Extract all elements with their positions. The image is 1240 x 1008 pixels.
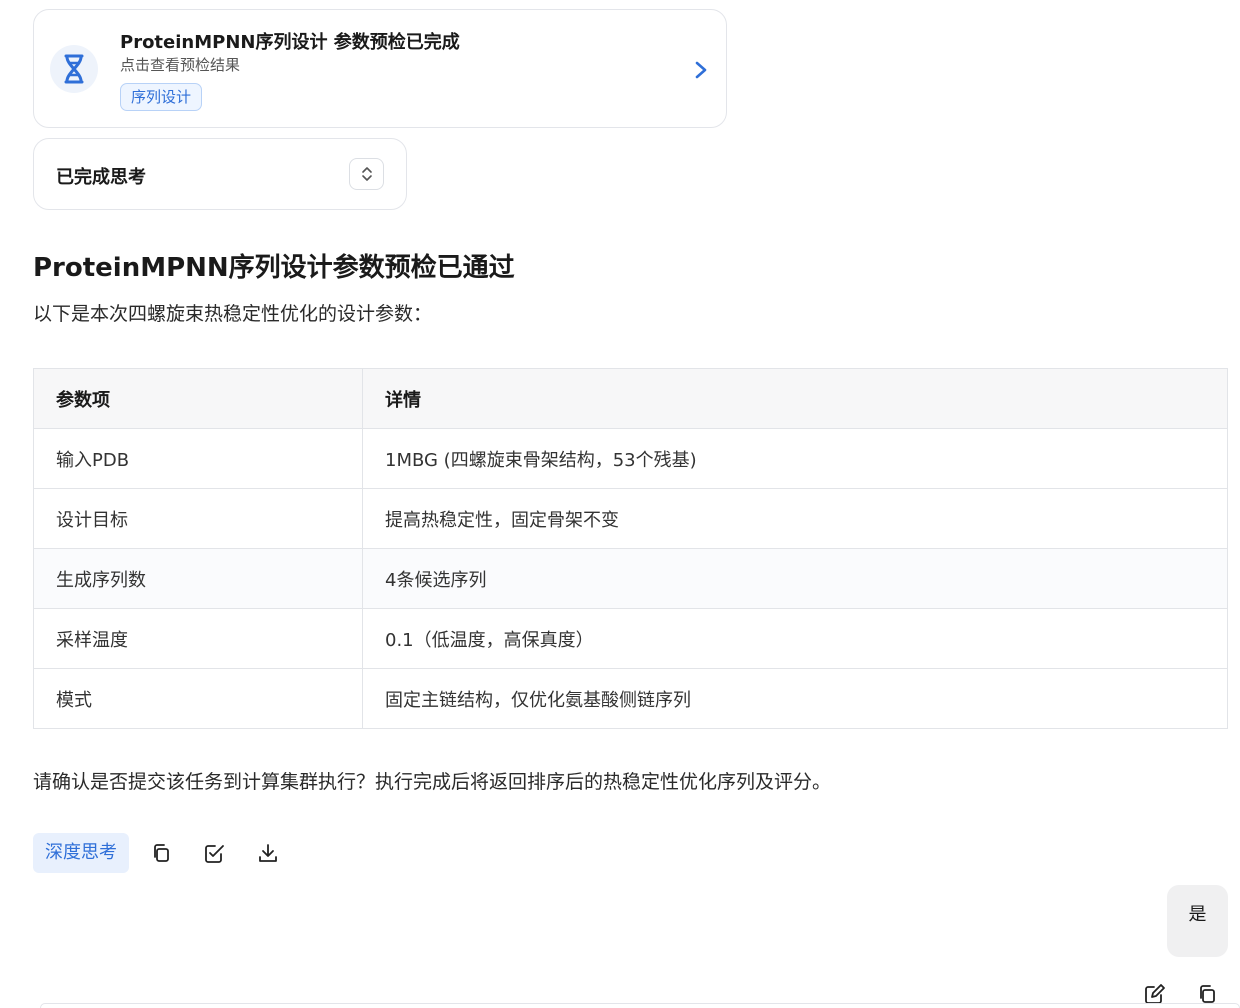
table-cell: 采样温度: [33, 608, 363, 669]
table-cell: 模式: [33, 668, 363, 729]
table-header-cell: 详情: [362, 368, 1228, 429]
task-title: ProteinMPNN序列设计 参数预检已完成: [120, 32, 460, 53]
table-row: 生成序列数 4条候选序列: [33, 548, 1228, 609]
dna-icon: [50, 45, 98, 93]
table-row: 设计目标 提高热稳定性，固定骨架不变: [33, 488, 1228, 549]
download-icon[interactable]: [255, 840, 281, 866]
table-cell: 1MBG (四螺旋束骨架结构，53个残基): [362, 428, 1228, 489]
task-result-card[interactable]: ProteinMPNN序列设计 参数预检已完成 点击查看预检结果 序列设计: [33, 9, 727, 128]
expand-collapse-icon[interactable]: [349, 158, 384, 190]
deep-think-button[interactable]: 深度思考: [33, 833, 129, 873]
message-heading: ProteinMPNN序列设计参数预检已通过: [33, 253, 515, 283]
table-cell: 固定主链结构，仅优化氨基酸侧链序列: [362, 668, 1228, 729]
table-row: 采样温度 0.1（低温度，高保真度）: [33, 608, 1228, 669]
task-subtitle: 点击查看预检结果: [120, 56, 241, 74]
thinking-label: 已完成思考: [56, 167, 146, 188]
confirm-question: 请确认是否提交该任务到计算集群执行？执行完成后将返回排序后的热稳定性优化序列及评…: [33, 771, 832, 793]
message-intro: 以下是本次四螺旋束热稳定性优化的设计参数：: [33, 303, 433, 325]
table-cell: 4条候选序列: [362, 548, 1228, 609]
table-row: 输入PDB 1MBG (四螺旋束骨架结构，53个残基): [33, 428, 1228, 489]
table-cell: 0.1（低温度，高保真度）: [362, 608, 1228, 669]
parameter-table: 参数项 详情 输入PDB 1MBG (四螺旋束骨架结构，53个残基) 设计目标 …: [33, 368, 1228, 729]
thinking-panel: 已完成思考: [33, 138, 407, 210]
table-cell: 生成序列数: [33, 548, 363, 609]
chevron-right-icon[interactable]: [692, 59, 710, 81]
chat-page: ProteinMPNN序列设计 参数预检已完成 点击查看预检结果 序列设计 已完…: [0, 0, 1240, 1008]
table-row: 模式 固定主链结构，仅优化氨基酸侧链序列: [33, 668, 1228, 729]
table-cell: 提高热稳定性，固定骨架不变: [362, 488, 1228, 549]
user-message-bubble: 是: [1167, 885, 1228, 957]
edit-note-icon[interactable]: [202, 840, 228, 866]
table-header-row: 参数项 详情: [33, 368, 1228, 429]
table-cell: 输入PDB: [33, 428, 363, 489]
table-header-cell: 参数项: [33, 368, 363, 429]
task-tag: 序列设计: [120, 83, 203, 111]
copy-icon[interactable]: [148, 840, 174, 866]
table-cell: 设计目标: [33, 488, 363, 549]
input-box-edge[interactable]: [40, 1003, 1240, 1008]
